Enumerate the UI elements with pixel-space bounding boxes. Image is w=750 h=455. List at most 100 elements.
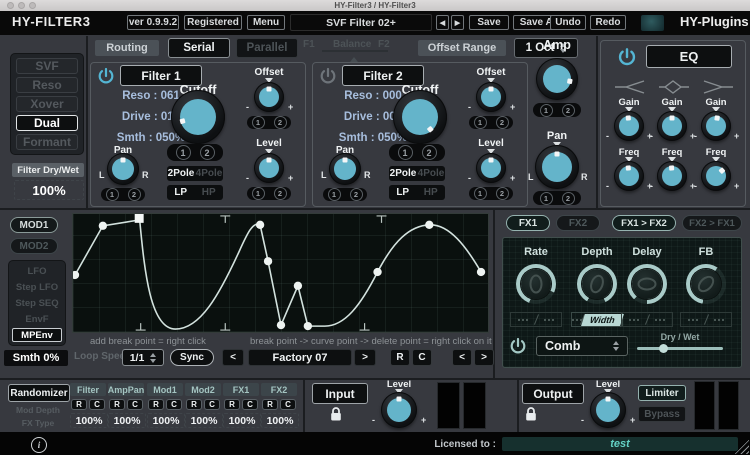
- mod-source-stepseq[interactable]: Step SEQ: [12, 296, 62, 310]
- fx-rate-mod-toggle[interactable]: [510, 312, 562, 327]
- filter1-offset-knob[interactable]: [254, 82, 284, 112]
- rand-c-button[interactable]: C: [166, 399, 182, 410]
- slot2-toggle[interactable]: 2: [496, 116, 509, 129]
- slot1-toggle[interactable]: 1: [474, 116, 487, 129]
- rand-depth-value[interactable]: 100%: [185, 413, 223, 428]
- info-icon[interactable]: i: [31, 437, 47, 453]
- slot1-toggle[interactable]: 1: [398, 145, 413, 160]
- rand-r-button[interactable]: R: [109, 399, 125, 410]
- fx-drywet-slider[interactable]: [637, 347, 723, 350]
- eq-freq1-knob[interactable]: [614, 161, 644, 191]
- slot2-toggle[interactable]: 2: [562, 104, 575, 117]
- fx-depth-width-toggle[interactable]: Width: [571, 312, 623, 327]
- fx-fb-mod-toggle[interactable]: [680, 312, 732, 327]
- mod-source-envf[interactable]: EnvF: [12, 312, 62, 326]
- slot1-toggle[interactable]: 1: [540, 104, 553, 117]
- filter1-pan-knob[interactable]: [107, 153, 139, 185]
- input-lock-icon[interactable]: [329, 406, 343, 422]
- pole-2pole-option[interactable]: 2Pole: [168, 168, 195, 179]
- env-preset-prev-icon[interactable]: <: [222, 349, 244, 366]
- slot1-toggle[interactable]: 1: [252, 187, 265, 200]
- preset-display[interactable]: SVF Filter 02+: [290, 14, 432, 31]
- slot2-toggle[interactable]: 2: [496, 187, 509, 200]
- slot2-toggle[interactable]: 2: [274, 187, 287, 200]
- output-level-knob[interactable]: [590, 392, 626, 428]
- fx-route-12-button[interactable]: FX1 > FX2: [612, 215, 676, 231]
- bypass-button[interactable]: Bypass: [638, 406, 686, 422]
- eq-gain1-knob[interactable]: [614, 111, 644, 141]
- output-lock-icon[interactable]: [524, 406, 538, 422]
- fx-type-select[interactable]: Comb: [536, 336, 628, 356]
- mod1-tab[interactable]: MOD1: [10, 217, 58, 233]
- pole-4pole-option[interactable]: 4Pole: [418, 168, 445, 179]
- slot1-toggle[interactable]: 1: [106, 188, 119, 201]
- rand-r-button[interactable]: R: [186, 399, 202, 410]
- save-button[interactable]: Save: [469, 15, 509, 30]
- fx-rate-knob[interactable]: [516, 264, 556, 304]
- fx1-tab[interactable]: FX1: [506, 215, 550, 231]
- mod2-tab[interactable]: MOD2: [10, 238, 58, 254]
- fx2-tab[interactable]: FX2: [556, 215, 600, 231]
- type-lp-option[interactable]: LP: [396, 187, 409, 198]
- slot2-toggle[interactable]: 2: [422, 145, 437, 160]
- input-level-knob[interactable]: [381, 392, 417, 428]
- balance-slider[interactable]: [322, 50, 388, 52]
- mode-formant-button[interactable]: Formant: [16, 134, 78, 150]
- env-shift-right-icon[interactable]: >: [474, 349, 494, 366]
- rand-depth-value[interactable]: 100%: [147, 413, 185, 428]
- rand-r-button[interactable]: R: [224, 399, 240, 410]
- filter2-cutoff-knob[interactable]: [393, 90, 447, 144]
- rand-c-button[interactable]: C: [127, 399, 143, 410]
- envelope-selected-point[interactable]: [135, 214, 144, 223]
- eq-freq3-knob[interactable]: [701, 161, 731, 191]
- redo-button[interactable]: Redo: [590, 15, 626, 30]
- routing-parallel-button[interactable]: Parallel: [236, 38, 298, 58]
- rand-col-fx2[interactable]: FX2: [261, 383, 297, 396]
- rand-depth-value[interactable]: 100%: [108, 413, 146, 428]
- preset-next-icon[interactable]: ▶: [451, 15, 464, 30]
- rand-col-filter[interactable]: Filter: [70, 383, 106, 396]
- mode-dual-button[interactable]: Dual: [16, 115, 78, 131]
- randomizer-button[interactable]: Randomizer: [8, 384, 70, 402]
- mode-xover-button[interactable]: Xover: [16, 96, 78, 112]
- rand-col-mod1[interactable]: Mod1: [147, 383, 183, 396]
- env-random-button[interactable]: R: [390, 349, 410, 366]
- envelope-editor[interactable]: [72, 213, 489, 333]
- rand-c-button[interactable]: C: [89, 399, 105, 410]
- env-shift-left-icon[interactable]: <: [452, 349, 472, 366]
- rand-c-button[interactable]: C: [242, 399, 258, 410]
- slot2-toggle[interactable]: 2: [350, 188, 363, 201]
- slot1-toggle[interactable]: 1: [540, 192, 553, 205]
- rand-r-button[interactable]: R: [262, 399, 278, 410]
- mode-reso-button[interactable]: Reso: [16, 77, 78, 93]
- limiter-button[interactable]: Limiter: [638, 385, 686, 401]
- slot2-toggle[interactable]: 2: [200, 145, 215, 160]
- type-hp-option[interactable]: HP: [202, 187, 216, 198]
- rand-col-amppan[interactable]: AmpPan: [108, 383, 144, 396]
- filter-drywet-value[interactable]: 100%: [14, 180, 84, 200]
- rand-depth-value[interactable]: 100%: [261, 413, 299, 428]
- slot2-toggle[interactable]: 2: [274, 116, 287, 129]
- env-clear-button[interactable]: C: [412, 349, 432, 366]
- filter1-cutoff-knob[interactable]: [171, 90, 225, 144]
- routing-serial-button[interactable]: Serial: [168, 38, 230, 58]
- mod-source-mpenv[interactable]: MPEnv: [12, 328, 62, 342]
- filter1-level-knob[interactable]: [254, 153, 284, 183]
- mod-source-lfo[interactable]: LFO: [12, 264, 62, 278]
- fx-fb-knob[interactable]: [686, 264, 726, 304]
- eq-gain3-knob[interactable]: [701, 111, 731, 141]
- rand-r-button[interactable]: R: [71, 399, 87, 410]
- filter2-pan-knob[interactable]: [329, 153, 361, 185]
- slot1-toggle[interactable]: 1: [328, 188, 341, 201]
- type-lp-option[interactable]: LP: [174, 187, 187, 198]
- env-preset-next-icon[interactable]: >: [354, 349, 376, 366]
- slot1-toggle[interactable]: 1: [176, 145, 191, 160]
- fx-delay-mod-toggle[interactable]: [621, 312, 673, 327]
- fx-drywet-handle[interactable]: [659, 344, 668, 353]
- env-preset-display[interactable]: Factory 07: [248, 349, 352, 366]
- fx-route-21-button[interactable]: FX2 > FX1: [682, 215, 742, 231]
- eq-gain2-knob[interactable]: [657, 111, 687, 141]
- eq-power-icon[interactable]: [616, 46, 638, 68]
- mod-smth-value[interactable]: Smth 0%: [4, 350, 68, 366]
- slot2-toggle[interactable]: 2: [128, 188, 141, 201]
